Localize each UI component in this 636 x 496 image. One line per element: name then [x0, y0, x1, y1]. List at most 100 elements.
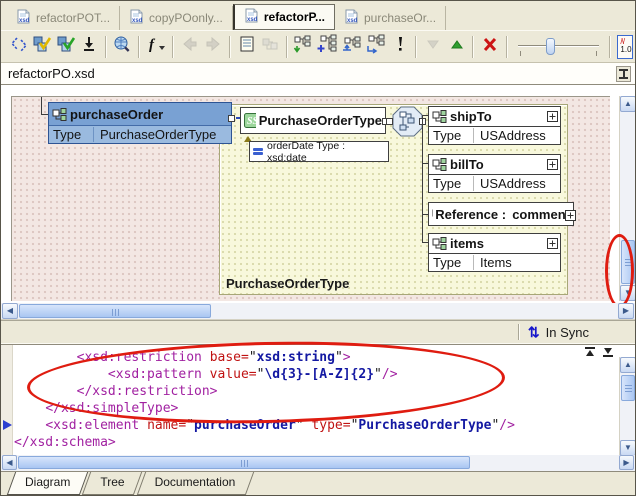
zoom-slider[interactable] — [516, 36, 602, 58]
slider-tick — [596, 51, 597, 56]
code-lines[interactable]: <xsd:restriction base="xsd:string"> <xsd… — [14, 349, 617, 451]
scrollbar-thumb[interactable] — [621, 240, 635, 284]
forward-button — [202, 34, 225, 60]
svg-text:f: f — [149, 37, 156, 53]
code-token — [14, 350, 77, 365]
code-token: </xsd:schema> — [14, 435, 116, 450]
diagram-canvas[interactable]: PurchaseOrderType purchaseOrder TypePurc… — [11, 96, 610, 301]
check-schema-button[interactable] — [54, 34, 77, 60]
expand-port-icon[interactable] — [547, 111, 558, 122]
code-line[interactable]: </xsd:schema> — [14, 434, 617, 451]
scroll-right-button[interactable]: ▶ — [619, 455, 634, 470]
scroll-right-button[interactable]: ▶ — [618, 303, 634, 319]
scroll-left-button[interactable]: ◀ — [2, 455, 17, 470]
scrollbar-thumb[interactable] — [18, 456, 470, 469]
code-line[interactable]: </xsd:simpleType> — [14, 400, 617, 417]
scrollbar-thumb[interactable] — [621, 375, 635, 401]
node-items[interactable]: items TypeItems — [428, 233, 561, 272]
status-separator — [518, 324, 520, 340]
node-order-date-attribute[interactable]: orderDate Type : xsd:date — [249, 141, 389, 162]
zoom-level-label: 1.0 — [620, 45, 631, 54]
node-ship-to[interactable]: shipTo TypeUSAddress — [428, 106, 561, 145]
type-label: Type — [429, 128, 473, 143]
view-tab-tree[interactable]: Tree — [86, 472, 138, 495]
code-line[interactable]: </xsd:restriction> — [14, 383, 617, 400]
view-tab-documentation[interactable]: Documentation — [141, 472, 250, 495]
expand-port-icon[interactable] — [547, 159, 558, 170]
code-line[interactable]: <xsd:restriction base="xsd:string"> — [14, 349, 617, 366]
editor-horizontal-scrollbar[interactable]: ◀ ▶ — [1, 455, 635, 471]
find-usages-button[interactable] — [111, 34, 134, 60]
source-editor[interactable]: <xsd:restriction base="xsd:string"> <xsd… — [1, 344, 635, 455]
code-token: /> — [382, 367, 398, 382]
toolbar: f /\/1.0 — [1, 30, 635, 63]
delete-button[interactable] — [478, 34, 501, 60]
validate-xml-button[interactable] — [30, 34, 53, 60]
scroll-up-button[interactable]: ▲ — [620, 96, 636, 112]
slider-thumb[interactable] — [546, 38, 555, 55]
complex-type-icon: SS — [244, 113, 256, 128]
editor-gutter — [1, 345, 13, 455]
xsd-file-icon: xsd — [16, 9, 31, 27]
import-arrow-icon — [79, 34, 99, 59]
code-token: <xsd:pattern — [108, 367, 202, 382]
apply-pattern-button[interactable]: f — [144, 34, 168, 60]
add-reference-button[interactable] — [364, 34, 388, 60]
zoom-level-button[interactable]: /\/1.0 — [617, 35, 633, 59]
code-token: type= — [311, 418, 350, 433]
add-element-button[interactable] — [316, 34, 340, 60]
document-tab-4[interactable]: xsdpurchaseOr... — [335, 6, 446, 30]
node-bill-to[interactable]: billTo TypeUSAddress — [428, 154, 561, 193]
show-document-button[interactable] — [235, 34, 258, 60]
svg-text:xsd: xsd — [247, 17, 258, 23]
element-icon — [432, 158, 447, 171]
add-attribute-button[interactable] — [292, 34, 316, 60]
expand-button[interactable] — [445, 34, 468, 60]
editor-vertical-scrollbar[interactable]: ▲ ▼ — [619, 357, 635, 456]
attribute-icon — [253, 147, 263, 156]
node-purchase-order-type[interactable]: SSPurchaseOrderType — [240, 107, 386, 134]
show-errors-button[interactable] — [388, 34, 411, 60]
element-icon — [432, 237, 447, 250]
source-view-button[interactable] — [7, 34, 30, 60]
code-token: " — [374, 367, 382, 382]
expand-port-icon[interactable] — [547, 238, 558, 249]
connector-port[interactable] — [386, 118, 393, 125]
collapse-up-button[interactable] — [583, 347, 597, 357]
scroll-left-button[interactable]: ◀ — [2, 303, 18, 319]
code-token: </xsd:simpleType> — [45, 401, 178, 416]
connector-line — [41, 97, 42, 114]
attribute-label: orderDate Type : xsd:date — [267, 140, 385, 164]
xsd-file-icon: xsd — [244, 8, 259, 26]
expand-port-icon[interactable] — [565, 210, 576, 221]
node-reference[interactable]: Reference :comment — [428, 202, 574, 226]
collapse-down-button[interactable] — [601, 347, 615, 357]
diagram-vertical-scrollbar[interactable]: ▲ ▼ — [619, 96, 635, 301]
code-line[interactable]: <xsd:pattern value="\d{3}-[A-Z]{2}"/> — [14, 366, 617, 383]
diagram-horizontal-scrollbar[interactable]: ◀ ▶ — [1, 303, 635, 320]
document-tab-3[interactable]: xsdrefactorP... — [233, 4, 335, 30]
toolbar-separator — [609, 36, 611, 58]
view-tab-diagram[interactable]: Diagram — [11, 472, 84, 495]
code-line[interactable]: <xsd:element name="purchaseOrder" type="… — [14, 417, 617, 434]
forward-arrow-icon — [203, 34, 223, 59]
connector-port[interactable] — [228, 115, 235, 122]
document-tab-1[interactable]: xsdrefactorPOT... — [7, 6, 120, 30]
scroll-down-button[interactable]: ▼ — [620, 285, 636, 301]
document-tab-2[interactable]: xsdcopyPOonly... — [120, 6, 233, 30]
svg-text:SS: SS — [247, 116, 256, 127]
zoom-zigzag-icon: /\/ — [620, 38, 624, 45]
code-token: " — [296, 418, 304, 433]
scrollbar-thumb[interactable] — [19, 304, 211, 318]
editor-splitter-button[interactable] — [616, 66, 631, 82]
code-token: \d{3}-[A-Z]{2} — [264, 367, 374, 382]
file-name-bar: refactorPO.xsd — [1, 63, 635, 85]
scroll-up-button[interactable]: ▲ — [620, 357, 636, 373]
reference-type: comment — [512, 207, 570, 222]
node-purchase-order[interactable]: purchaseOrder TypePurchaseOrderType — [48, 102, 232, 144]
scroll-down-button[interactable]: ▼ — [620, 440, 636, 456]
code-token: /> — [499, 418, 515, 433]
add-sequence-button[interactable] — [340, 34, 364, 60]
import-schema-button[interactable] — [77, 34, 100, 60]
document-tab-bar: xsdrefactorPOT...xsdcopyPOonly...xsdrefa… — [1, 1, 635, 30]
